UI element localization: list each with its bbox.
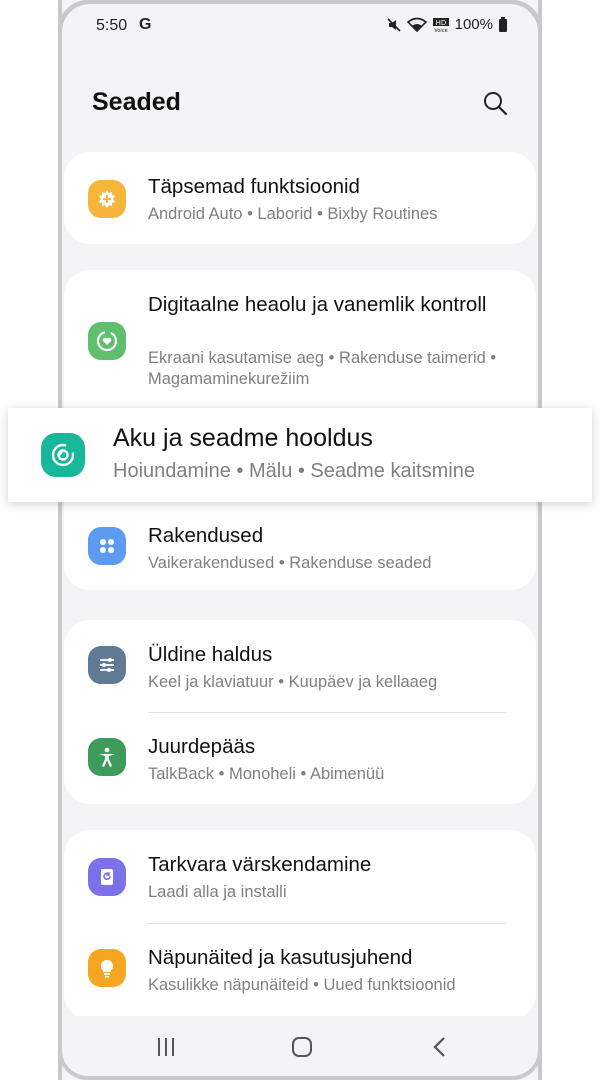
- item-title: Juurdepääs: [148, 735, 256, 758]
- hd-voice-icon: HD Voice: [432, 17, 450, 33]
- item-title: Rakendused: [148, 524, 264, 547]
- card-software: Tarkvara värskendamine Laadi alla ja ins…: [64, 830, 536, 1020]
- settings-item-general-management[interactable]: Üldine haldus Keel ja klaviatuur • Kuupä…: [64, 620, 536, 712]
- search-button[interactable]: [480, 88, 512, 120]
- svg-text:Voice: Voice: [434, 28, 447, 33]
- google-icon: G: [139, 16, 152, 33]
- lightbulb-icon: [88, 949, 126, 987]
- status-icons: HD Voice 100%: [386, 16, 508, 33]
- search-icon: [480, 92, 512, 124]
- settings-item-digital-wellbeing[interactable]: Digitaalne heaolu ja vanemlik kontroll E…: [64, 270, 536, 400]
- navigation-bar: [62, 1016, 538, 1080]
- heart-circle-icon: [88, 322, 126, 360]
- battery-icon: [498, 16, 508, 33]
- card-advanced: Täpsemad funktsioonid Android Auto • Lab…: [64, 152, 536, 244]
- svg-text:HD: HD: [435, 19, 446, 27]
- home-button[interactable]: [282, 1034, 322, 1064]
- mute-icon: [386, 17, 402, 33]
- device-care-icon: [41, 433, 85, 477]
- item-title: Digitaalne heaolu ja vanemlik kontroll: [148, 293, 487, 316]
- item-subtitle: Vaikerakendused • Rakenduse seaded: [148, 554, 432, 572]
- settings-item-battery-device-care[interactable]: Aku ja seadme hooldus Hoiundamine • Mälu…: [8, 408, 592, 502]
- wifi-icon: [406, 17, 427, 33]
- item-subtitle: Android Auto • Laborid • Bixby Routines: [148, 205, 438, 223]
- item-title: Aku ja seadme hooldus: [113, 424, 373, 452]
- card-general: Üldine haldus Keel ja klaviatuur • Kuupä…: [64, 620, 536, 804]
- item-subtitle: Keel ja klaviatuur • Kuupäev ja kellaaeg: [148, 673, 438, 691]
- home-icon: [290, 1035, 314, 1064]
- item-subtitle: Laadi alla ja installi: [148, 883, 287, 901]
- back-button[interactable]: [420, 1034, 460, 1064]
- item-subtitle: TalkBack • Monoheli • Abimenüü: [148, 765, 385, 783]
- battery-percent: 100%: [454, 16, 493, 33]
- item-title: Tarkvara värskendamine: [148, 853, 372, 876]
- item-title: Üldine haldus: [148, 643, 273, 666]
- recents-button[interactable]: [146, 1034, 186, 1064]
- settings-item-accessibility[interactable]: Juurdepääs TalkBack • Monoheli • Abimenü…: [64, 712, 536, 804]
- page-title: Seaded: [92, 88, 181, 116]
- item-subtitle: Kasulikke näpunäiteid • Uued funktsiooni…: [148, 976, 456, 994]
- sliders-icon: [88, 646, 126, 684]
- software-update-icon: [88, 858, 126, 896]
- status-time: 5:50: [96, 17, 128, 34]
- settings-item-tips[interactable]: Näpunäited ja kasutusjuhend Kasulikke nä…: [64, 923, 536, 1015]
- recents-icon: [154, 1036, 178, 1063]
- accessibility-person-icon: [88, 738, 126, 776]
- settings-item-software-update[interactable]: Tarkvara värskendamine Laadi alla ja ins…: [64, 830, 536, 922]
- settings-item-advanced-features[interactable]: Täpsemad funktsioonid Android Auto • Lab…: [64, 152, 536, 244]
- settings-item-apps[interactable]: Rakendused Vaikerakendused • Rakenduse s…: [64, 510, 536, 590]
- status-bar: 5:50 G HD Voice 100%: [62, 12, 538, 40]
- item-title: Näpunäited ja kasutusjuhend: [148, 946, 413, 969]
- item-title: Täpsemad funktsioonid: [148, 175, 360, 198]
- item-subtitle: Ekraani kasutamise aeg • Rakenduse taime…: [148, 349, 497, 388]
- phone-screen: 5:50 G HD Voice 100% Seaded Täpsemad fun…: [58, 0, 542, 1080]
- plus-gear-icon: [88, 180, 126, 218]
- item-subtitle: Hoiundamine • Mälu • Seadme kaitsmine: [113, 460, 475, 482]
- back-icon: [430, 1035, 450, 1064]
- apps-grid-icon: [88, 527, 126, 565]
